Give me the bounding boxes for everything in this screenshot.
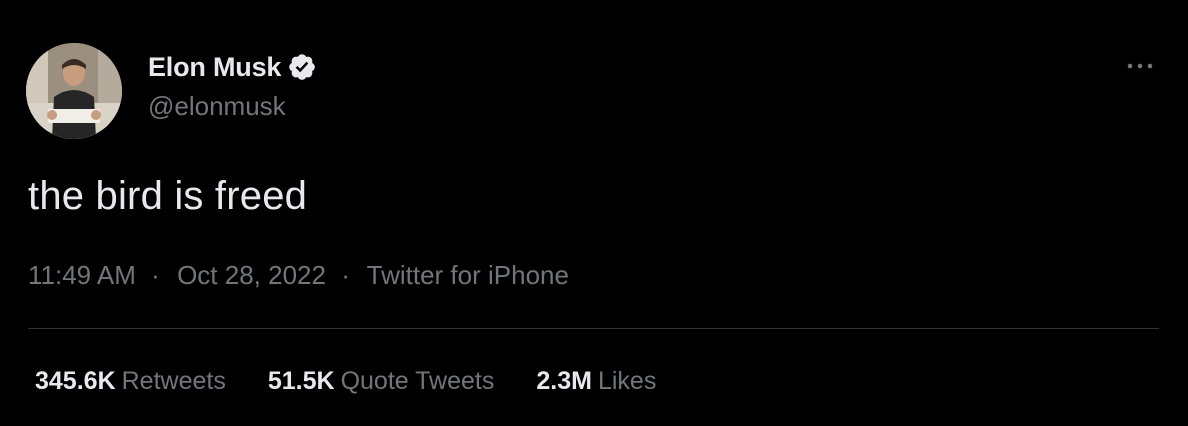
author-name-row[interactable]: Elon Musk [148, 50, 317, 84]
avatar-photo [26, 43, 122, 139]
tweet-text: the bird is freed [28, 174, 308, 218]
divider [28, 328, 1159, 329]
tweet-date[interactable]: Oct 28, 2022 [177, 260, 326, 290]
tweet-stats: 345.6K Retweets 51.5K Quote Tweets 2.3M Lik… [35, 367, 698, 396]
meta-separator: · [151, 260, 160, 290]
likes-count: 2.3M [536, 367, 592, 395]
retweets-label: Retweets [121, 367, 226, 395]
author-handle[interactable]: @elonmusk [148, 91, 286, 122]
quote-tweets-count: 51.5K [267, 367, 335, 395]
more-horizontal-icon [1127, 63, 1153, 69]
quote-tweets-stat[interactable]: 51.5K Quote Tweets [268, 367, 495, 396]
retweets-count: 345.6K [35, 367, 116, 395]
avatar[interactable] [26, 43, 122, 139]
verified-badge-icon [287, 52, 317, 82]
tweet-meta: 11:49 AM · Oct 28, 2022 · Twitter for iP… [28, 260, 569, 291]
author-name[interactable]: Elon Musk [148, 52, 281, 83]
retweets-stat[interactable]: 345.6K Retweets [35, 367, 226, 396]
more-options-button[interactable] [1120, 52, 1160, 80]
tweet-source[interactable]: Twitter for iPhone [367, 260, 569, 290]
likes-label: Likes [597, 367, 657, 395]
tweet-time[interactable]: 11:49 AM [28, 260, 136, 290]
likes-stat[interactable]: 2.3M Likes [536, 367, 656, 396]
quote-tweets-label: Quote Tweets [340, 367, 495, 395]
meta-separator: · [341, 260, 350, 290]
